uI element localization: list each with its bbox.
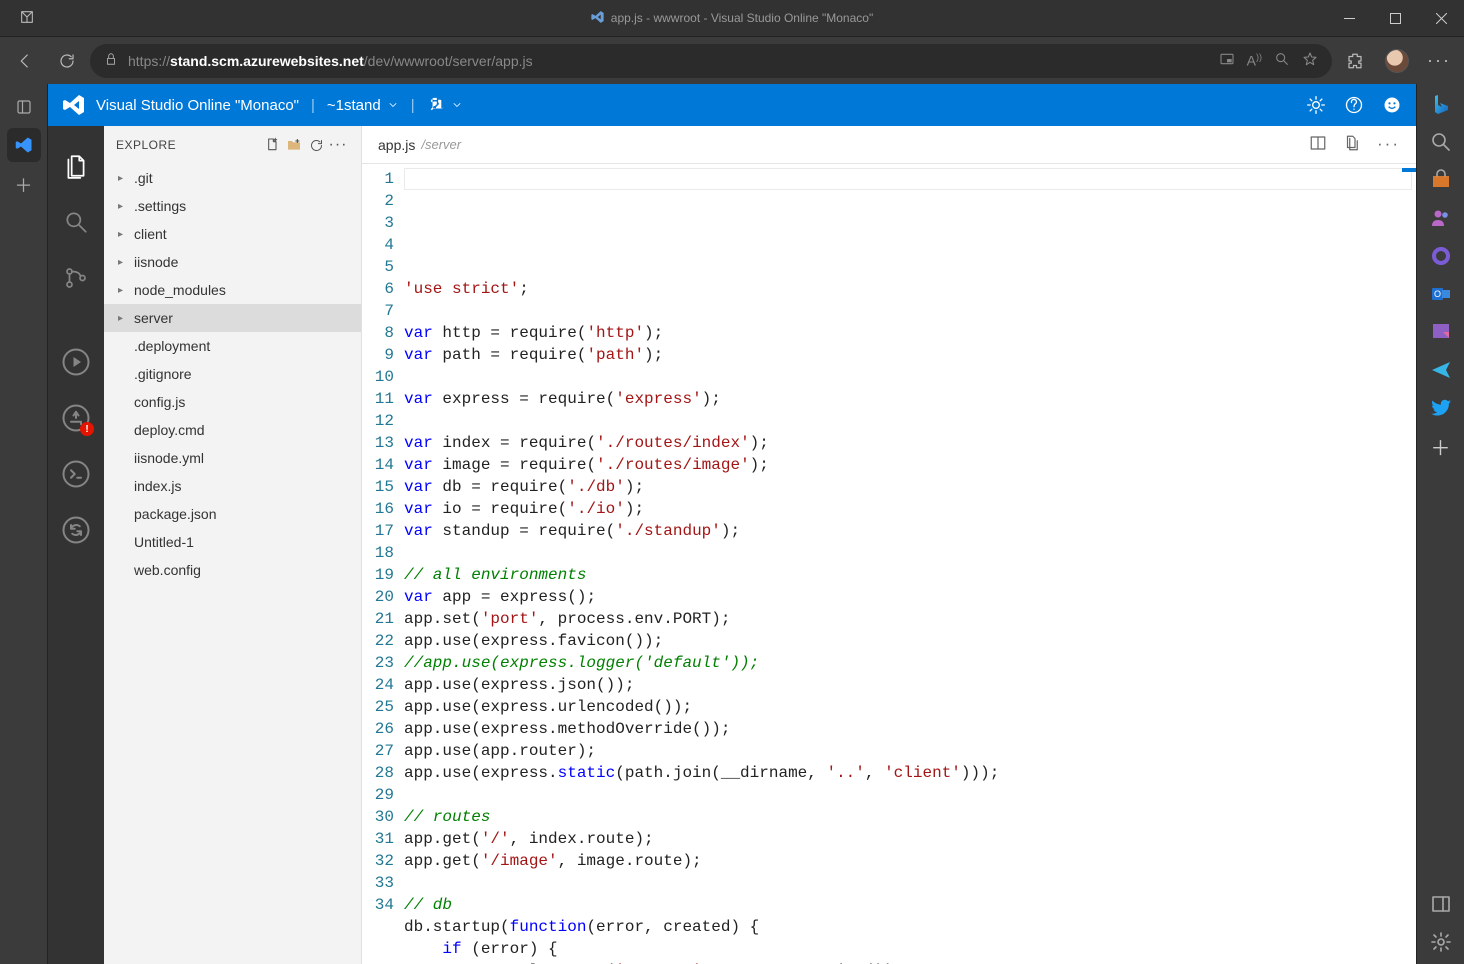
line-gutter: 1234567891011121314151617181920212223242…	[362, 164, 404, 964]
output-activity[interactable]: !	[48, 390, 104, 446]
folder-item[interactable]: ▸node_modules	[104, 276, 361, 304]
address-bar[interactable]: https://stand.scm.azurewebsites.net/dev/…	[90, 44, 1332, 78]
file-item[interactable]: iisnode.yml	[104, 444, 361, 472]
monaco-app: Visual Studio Online "Monaco" | ~1stand …	[48, 84, 1416, 964]
tab-manager-icon[interactable]	[7, 90, 41, 124]
error-badge: !	[80, 422, 94, 436]
git-activity[interactable]	[48, 250, 104, 306]
refresh-button[interactable]	[48, 42, 86, 80]
feedback-icon[interactable]	[1382, 95, 1402, 115]
window-title: app.js - wwwroot - Visual Studio Online …	[611, 11, 873, 25]
explorer-activity[interactable]	[48, 138, 104, 194]
new-folder-icon[interactable]	[283, 137, 305, 153]
minimize-button[interactable]	[1326, 0, 1372, 36]
product-name[interactable]: Visual Studio Online "Monaco"	[96, 97, 299, 114]
file-tree[interactable]: ▸.git▸.settings▸client▸iisnode▸node_modu…	[104, 164, 361, 964]
help-icon[interactable]	[1344, 95, 1364, 115]
search-sidebar-icon[interactable]	[1429, 130, 1453, 154]
url-text: https://stand.scm.azurewebsites.net/dev/…	[128, 53, 533, 69]
overview-ruler-mark	[1402, 168, 1416, 172]
split-editor-icon[interactable]	[1309, 134, 1327, 155]
office-icon[interactable]	[1429, 244, 1453, 268]
browser-vertical-tabs: ＋	[0, 84, 48, 964]
activity-bar: !	[48, 126, 104, 964]
settings-icon[interactable]	[1306, 95, 1326, 115]
console-activity[interactable]	[48, 446, 104, 502]
people-icon[interactable]	[1429, 206, 1453, 230]
bing-chat-icon[interactable]	[1429, 92, 1453, 116]
menu-icon[interactable]: ···	[1420, 42, 1458, 80]
profile-avatar[interactable]	[1378, 42, 1416, 80]
browser-right-sidebar: O ＋	[1416, 84, 1464, 964]
explorer-title: EXPLORE	[116, 138, 261, 152]
current-line-highlight	[404, 168, 1412, 190]
sync-activity[interactable]	[48, 502, 104, 558]
shopping-icon[interactable]	[1429, 168, 1453, 192]
file-item[interactable]: package.json	[104, 500, 361, 528]
folder-item[interactable]: ▸client	[104, 220, 361, 248]
favorite-icon[interactable]	[1302, 51, 1318, 70]
maximize-button[interactable]	[1372, 0, 1418, 36]
file-item[interactable]: .gitignore	[104, 360, 361, 388]
vs-logo-icon	[62, 93, 86, 117]
file-item[interactable]: config.js	[104, 388, 361, 416]
open-file-name[interactable]: app.js	[378, 137, 415, 153]
active-tab[interactable]	[7, 128, 41, 162]
browser-settings-icon[interactable]	[1429, 930, 1453, 954]
outlook-icon[interactable]: O	[1429, 282, 1453, 306]
svg-text:O: O	[1433, 289, 1440, 299]
folder-item[interactable]: ▸.git	[104, 164, 361, 192]
read-aloud-icon[interactable]: A))	[1247, 52, 1262, 69]
editor-pane: app.js /server ··· 123456789101112131415…	[362, 126, 1416, 964]
window-titlebar: app.js - wwwroot - Visual Studio Online …	[0, 0, 1464, 36]
lock-icon	[104, 52, 118, 69]
new-tab-button[interactable]: ＋	[7, 168, 41, 202]
notes-icon[interactable]	[1429, 320, 1453, 344]
zoom-icon[interactable]	[1274, 51, 1290, 70]
file-item[interactable]: .deployment	[104, 332, 361, 360]
git-icon	[427, 96, 445, 114]
app-menu-icon[interactable]	[19, 9, 35, 28]
editor-tab-bar: app.js /server ···	[362, 126, 1416, 164]
browser-toolbar: https://stand.scm.azurewebsites.net/dev/…	[0, 36, 1464, 84]
pip-icon[interactable]	[1219, 51, 1235, 70]
chevron-down-icon	[451, 99, 463, 111]
twitter-icon[interactable]	[1429, 396, 1453, 420]
vs-logo-icon	[591, 10, 605, 27]
file-item[interactable]: Untitled-1	[104, 528, 361, 556]
extensions-icon[interactable]	[1336, 42, 1374, 80]
git-menu[interactable]	[427, 96, 463, 114]
diff-icon[interactable]	[1343, 134, 1361, 155]
open-file-path: /server	[421, 137, 461, 152]
run-activity[interactable]	[48, 334, 104, 390]
app-header: Visual Studio Online "Monaco" | ~1stand …	[48, 84, 1416, 126]
file-item[interactable]: web.config	[104, 556, 361, 584]
editor-body[interactable]: 1234567891011121314151617181920212223242…	[362, 164, 1416, 964]
more-icon[interactable]: ···	[327, 136, 349, 154]
explorer-header: EXPLORE ···	[104, 126, 361, 164]
file-item[interactable]: deploy.cmd	[104, 416, 361, 444]
new-file-icon[interactable]	[261, 137, 283, 153]
chevron-down-icon	[387, 99, 399, 111]
folder-item[interactable]: ▸server	[104, 304, 361, 332]
workspace-picker[interactable]: ~1stand	[327, 97, 399, 114]
add-sidebar-icon[interactable]: ＋	[1429, 434, 1453, 458]
refresh-icon[interactable]	[305, 138, 327, 153]
editor-more-icon[interactable]: ···	[1377, 134, 1400, 155]
explorer-sidebar: EXPLORE ··· ▸.git▸.settings▸client▸iisno…	[104, 126, 362, 964]
folder-item[interactable]: ▸.settings	[104, 192, 361, 220]
file-item[interactable]: index.js	[104, 472, 361, 500]
send-icon[interactable]	[1429, 358, 1453, 382]
folder-item[interactable]: ▸iisnode	[104, 248, 361, 276]
code-area[interactable]: 'use strict';var http = require('http');…	[404, 164, 1416, 964]
collapse-sidebar-icon[interactable]	[1429, 892, 1453, 916]
back-button[interactable]	[6, 42, 44, 80]
search-activity[interactable]	[48, 194, 104, 250]
close-button[interactable]	[1418, 0, 1464, 36]
